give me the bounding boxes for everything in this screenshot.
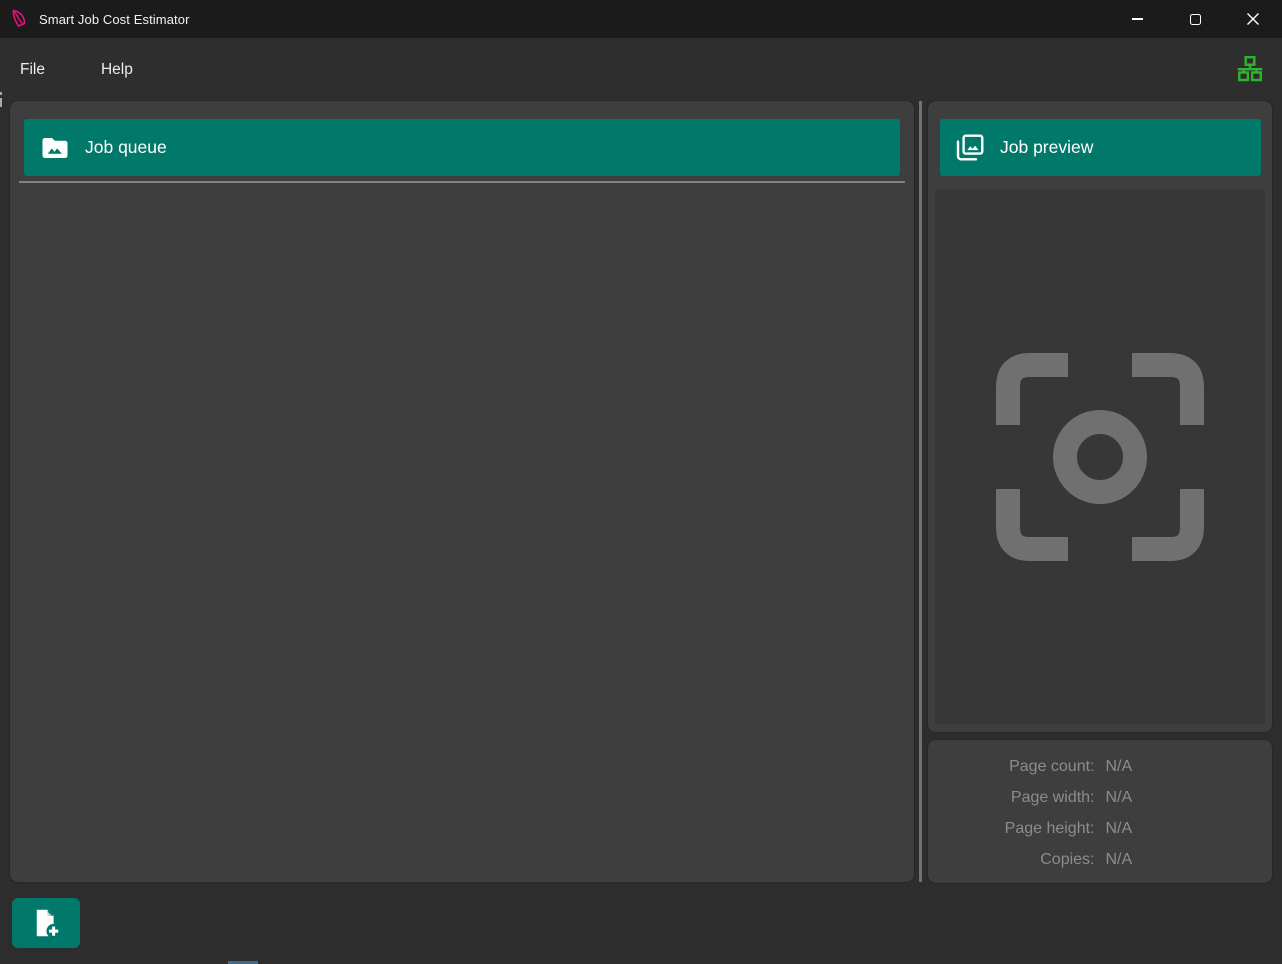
- panel-splitter[interactable]: [919, 101, 922, 882]
- minimize-icon: [1132, 18, 1143, 20]
- window-title: Smart Job Cost Estimator: [39, 12, 190, 27]
- folder-media-icon: [40, 133, 70, 163]
- page-width-value: N/A: [1106, 782, 1273, 813]
- job-info-grid: Page count: N/A Page width: N/A Page hei…: [928, 751, 1272, 875]
- copies-value: N/A: [1106, 844, 1273, 875]
- job-queue-header: Job queue: [24, 119, 900, 176]
- job-preview-header: Job preview: [940, 119, 1261, 176]
- app-logo-icon: [10, 8, 30, 30]
- note-add-icon: [31, 908, 61, 938]
- job-queue-title: Job queue: [85, 137, 167, 158]
- job-queue-header-divider: [19, 181, 905, 183]
- job-queue-panel: Job queue: [10, 101, 914, 882]
- close-button[interactable]: [1224, 0, 1282, 38]
- page-count-value: N/A: [1106, 751, 1273, 782]
- menubar: File Help: [0, 38, 1282, 101]
- page-width-label: Page width:: [928, 782, 1095, 813]
- center-focus-placeholder-icon: [996, 353, 1204, 561]
- titlebar: Smart Job Cost Estimator: [0, 0, 1282, 38]
- job-info-panel: Page count: N/A Page width: N/A Page hei…: [928, 740, 1272, 883]
- add-job-button[interactable]: [12, 898, 80, 948]
- page-height-value: N/A: [1106, 813, 1273, 844]
- close-icon: [1246, 12, 1260, 26]
- preview-area: [935, 189, 1265, 724]
- app-window: Smart Job Cost Estimator File Help: [0, 0, 1282, 964]
- maximize-button[interactable]: [1166, 0, 1224, 38]
- job-queue-list: [10, 287, 914, 882]
- maximize-icon: [1190, 14, 1201, 25]
- minimize-button[interactable]: [1108, 0, 1166, 38]
- photo-library-icon: [954, 132, 986, 164]
- job-preview-title: Job preview: [1000, 137, 1093, 158]
- menu-help[interactable]: Help: [95, 53, 139, 87]
- network-status-icon[interactable]: [1235, 54, 1265, 85]
- copies-label: Copies:: [928, 844, 1095, 875]
- page-height-label: Page height:: [928, 813, 1095, 844]
- page-count-label: Page count:: [928, 751, 1095, 782]
- menu-file[interactable]: File: [14, 53, 51, 87]
- window-edge-artifact: [0, 92, 2, 107]
- window-controls: [1108, 0, 1282, 38]
- job-preview-panel: Job preview: [928, 101, 1272, 732]
